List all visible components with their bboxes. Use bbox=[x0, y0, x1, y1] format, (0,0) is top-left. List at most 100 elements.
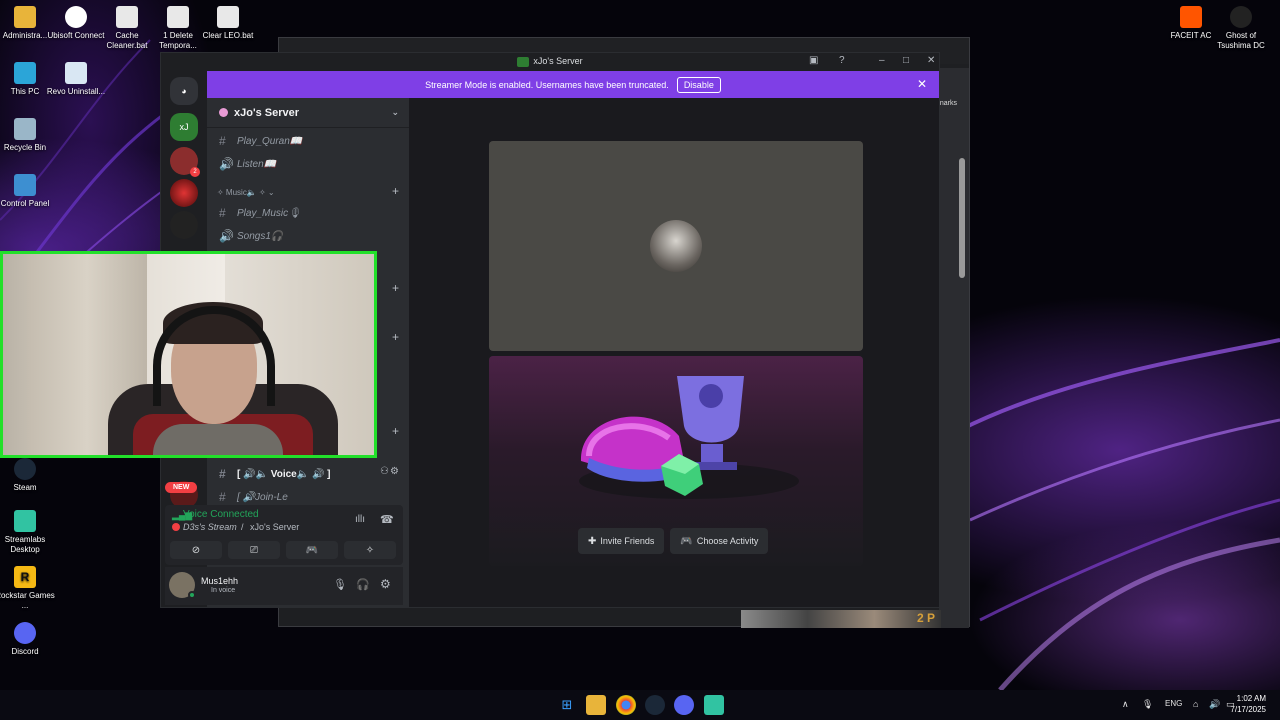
channel-name: Songs1🎧 bbox=[237, 230, 284, 242]
soundboard-button[interactable]: ✧ bbox=[344, 541, 396, 559]
text-channel-icon: # bbox=[219, 467, 226, 481]
voice-connected-status[interactable]: Voice Connected bbox=[183, 509, 259, 520]
category-music[interactable]: ✧ Music🔈 ✧ ⌄ bbox=[217, 188, 275, 197]
add-channel-icon[interactable]: + bbox=[392, 184, 399, 198]
tray-mic-icon[interactable]: 🎙 bbox=[1142, 699, 1153, 710]
text-channel-icon: # bbox=[219, 134, 226, 148]
bat-file-icon bbox=[217, 6, 239, 28]
server-name: xJo's Server bbox=[234, 106, 299, 119]
choose-activity-button[interactable]: 🎮 Choose Activity bbox=[670, 528, 769, 554]
user-status: In voice bbox=[211, 587, 236, 594]
voice-connection-panel: ▂▄▆ Voice Connected D3s's Stream / xJo's… bbox=[165, 505, 403, 565]
stream-server[interactable]: xJo's Server bbox=[250, 522, 299, 532]
bat-file-icon bbox=[116, 6, 138, 28]
browser-side-area bbox=[939, 68, 969, 628]
microphone-icon[interactable]: 🎙 bbox=[333, 578, 347, 591]
tray-chevron-up-icon[interactable]: ∧ bbox=[1122, 699, 1129, 710]
start-menu-icon[interactable]: ⊞ bbox=[557, 695, 577, 715]
desktop-icon-rockstar[interactable]: R Rockstar Games ... bbox=[0, 566, 56, 611]
invite-friends-label: Invite Friends bbox=[600, 536, 655, 546]
server-dark[interactable] bbox=[170, 211, 198, 239]
voice-channel-icon: 🔊 bbox=[219, 229, 234, 243]
mention-badge: 2 bbox=[190, 167, 200, 177]
desktop-icon-control-panel[interactable]: Control Panel bbox=[0, 174, 56, 209]
help-icon[interactable]: ? bbox=[839, 55, 845, 66]
desktop-icon-clear-leo[interactable]: Clear LEO.bat bbox=[197, 6, 259, 41]
add-channel-icon[interactable]: + bbox=[392, 281, 399, 295]
minimize-icon[interactable]: – bbox=[879, 55, 885, 66]
maximize-icon[interactable]: □ bbox=[903, 55, 909, 66]
channel-name: Play_Quran📖 bbox=[237, 135, 303, 147]
channel-songs[interactable]: 🔊 Songs1🎧 bbox=[219, 229, 283, 243]
clock-date: 7/17/2025 bbox=[1230, 705, 1266, 714]
close-icon[interactable]: ✕ bbox=[927, 55, 935, 66]
banner-text: Streamer Mode is enabled. Usernames have… bbox=[425, 79, 669, 90]
streamlabs-icon bbox=[14, 510, 36, 532]
participant-tile[interactable] bbox=[489, 141, 863, 351]
desktop-icon-steam[interactable]: Steam bbox=[0, 458, 56, 493]
desktop-icon-streamlabs[interactable]: Streamlabs Desktop bbox=[0, 510, 56, 555]
invite-friends-button[interactable]: ✚ Invite Friends bbox=[578, 528, 665, 554]
browser-scrollbar[interactable] bbox=[959, 158, 965, 278]
disable-streamer-mode-button[interactable]: Disable bbox=[676, 76, 721, 93]
activity-button[interactable]: 🎮 bbox=[286, 541, 338, 559]
stream-name[interactable]: D3s's Stream bbox=[183, 522, 237, 532]
folder-icon bbox=[14, 6, 36, 28]
bookmarks-label[interactable]: narks bbox=[940, 100, 957, 107]
share-screen-button[interactable]: ⎚ bbox=[228, 541, 280, 559]
inbox-icon[interactable]: ▣ bbox=[809, 55, 818, 66]
chrome-icon[interactable] bbox=[616, 695, 636, 715]
desktop-icon-label: FACEIT AC bbox=[1170, 31, 1212, 40]
discord-taskbar-icon[interactable] bbox=[674, 695, 694, 715]
desktop-icon-label: Steam bbox=[13, 483, 37, 492]
username[interactable]: Mus1ehh bbox=[201, 576, 238, 586]
invite-user-icon[interactable]: ⚇ bbox=[380, 466, 389, 477]
desktop-icon-ghost[interactable]: Ghost of Tsushima DC bbox=[1210, 6, 1272, 51]
channel-voice[interactable]: # [ 🔊🔈 Voice🔈 🔊 ] bbox=[219, 467, 331, 481]
desktop-icon-label: Discord bbox=[11, 647, 39, 656]
control-panel-icon bbox=[14, 174, 36, 196]
add-channel-icon[interactable]: + bbox=[392, 424, 399, 438]
chevron-down-icon[interactable]: ⌄ bbox=[391, 107, 399, 118]
windows-taskbar: ⊞ ∧ 🎙 ENG ⌂ 🔊 ▭ 1:02 AM 7/17/2025 bbox=[0, 690, 1280, 720]
desktop-icon-revo[interactable]: Revo Uninstall... bbox=[45, 62, 107, 97]
file-explorer-icon[interactable] bbox=[586, 695, 606, 715]
taskbar-clock[interactable]: 1:02 AM 7/17/2025 bbox=[1230, 693, 1266, 715]
channel-join-leave[interactable]: # [ 🔊Join-Le bbox=[219, 490, 288, 504]
headphones-icon[interactable]: 🎧 bbox=[356, 578, 370, 591]
voice-channel-icon: 🔊 bbox=[219, 157, 234, 171]
channel-play-music[interactable]: # Play_Music🎙 bbox=[219, 206, 301, 220]
desktop-icon-discord[interactable]: Discord bbox=[0, 622, 56, 657]
language-indicator[interactable]: ENG bbox=[1165, 699, 1182, 708]
channel-play-quran[interactable]: # Play_Quran📖 bbox=[219, 134, 302, 148]
recycle-bin-icon bbox=[14, 118, 36, 140]
ghost-icon bbox=[1230, 6, 1252, 28]
streamlabs-taskbar-icon[interactable] bbox=[704, 695, 724, 715]
discord-titlebar[interactable]: xJo's Server ▣ ? – □ ✕ bbox=[161, 53, 939, 71]
text-channel-icon: # bbox=[219, 490, 226, 504]
discord-home-icon[interactable]: ◕ bbox=[170, 77, 198, 105]
add-person-icon: ✚ bbox=[588, 535, 597, 547]
clock-time: 1:02 AM bbox=[1236, 694, 1266, 703]
server-xjo[interactable]: xJ bbox=[170, 113, 198, 141]
soundboard-wave-icon[interactable]: ıllı bbox=[355, 514, 365, 525]
server-header[interactable]: xJo's Server ⌄ bbox=[207, 98, 409, 128]
tray-network-icon[interactable]: ⌂ bbox=[1193, 699, 1198, 709]
disconnect-icon[interactable]: ☎ bbox=[380, 513, 394, 526]
user-settings-gear-icon[interactable]: ⚙ bbox=[380, 577, 391, 591]
choose-activity-label: Choose Activity bbox=[696, 536, 759, 546]
server-orb[interactable] bbox=[170, 179, 198, 207]
ubisoft-icon bbox=[65, 6, 87, 28]
desktop-icon-label: Rockstar Games ... bbox=[0, 591, 55, 610]
steam-taskbar-icon[interactable] bbox=[645, 695, 665, 715]
server-red[interactable]: 2 bbox=[170, 147, 200, 177]
channel-name: Play_Music🎙 bbox=[237, 207, 301, 219]
channel-listen[interactable]: 🔊 Listen📖 bbox=[219, 157, 276, 171]
camera-off-button[interactable]: ⊘ bbox=[170, 541, 222, 559]
channel-settings-icon[interactable]: ⚙ bbox=[390, 466, 399, 477]
desktop-icon-recycle-bin[interactable]: Recycle Bin bbox=[0, 118, 56, 153]
streamer-mode-banner: Streamer Mode is enabled. Usernames have… bbox=[207, 71, 939, 98]
banner-close-icon[interactable]: ✕ bbox=[917, 77, 927, 91]
tray-volume-icon[interactable]: 🔊 bbox=[1209, 699, 1220, 710]
add-channel-icon[interactable]: + bbox=[392, 330, 399, 344]
